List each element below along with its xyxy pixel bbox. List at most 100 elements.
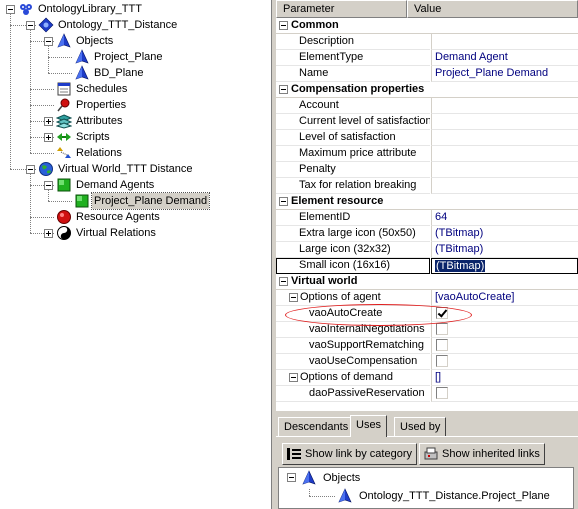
property-value-cell[interactable] [431,98,578,114]
property-row[interactable]: Name Project_Plane Demand [276,66,578,82]
property-row[interactable]: Current level of satisfaction [276,114,578,130]
property-checkbox[interactable] [436,307,448,319]
tab-used-by[interactable]: Used by [394,417,447,437]
property-checkbox[interactable] [436,339,448,351]
property-value-cell[interactable] [431,178,578,194]
show-inherited-links-button[interactable]: Show inherited links [419,443,545,465]
property-category[interactable]: Compensation properties [276,82,578,98]
property-value-cell[interactable]: Project_Plane Demand [431,66,578,82]
property-value-cell[interactable] [431,386,578,402]
property-value-cell[interactable] [431,338,578,354]
tree-node-label: Schedules [76,83,128,95]
property-row[interactable]: Penalty [276,162,578,178]
property-row[interactable]: Small icon (16x16) (TBitmap) [276,258,578,274]
collapse-toggle[interactable] [289,293,298,302]
property-value-cell[interactable] [431,322,578,338]
property-name: Extra large icon (50x50) [299,227,416,239]
property-value-cell[interactable]: (TBitmap) [431,226,578,242]
collapse-toggle[interactable] [287,473,296,482]
property-value: Project_Plane Demand [435,67,549,79]
property-checkbox[interactable] [436,355,448,367]
property-row[interactable]: vaoInternalNegotiations [276,322,578,338]
collapse-toggle[interactable] [279,277,288,286]
property-value-cell[interactable] [431,114,578,130]
uses-tree[interactable]: Objects Ontology_TTT_Distance.Project_Pl… [278,467,574,509]
tree-node-label: Project_Plane Demand [90,192,211,210]
property-category[interactable]: Element resource [276,194,578,210]
ontology-tree[interactable]: OntologyLibrary_TTT Ontology_TTT_Distance… [0,0,272,509]
collapse-toggle[interactable] [26,165,35,174]
property-row[interactable]: Maximum price attribute [276,146,578,162]
ontology-icon [38,17,54,33]
property-row[interactable]: vaoUseCompensation [276,354,578,370]
property-row[interactable]: Large icon (32x32) (TBitmap) [276,242,578,258]
property-value-cell[interactable]: [] [431,370,578,386]
property-value-cell[interactable] [431,34,578,50]
collapse-toggle[interactable] [279,197,288,206]
tab-descendants[interactable]: Descendants [278,417,355,437]
relations-icon [57,147,71,158]
layers-icon [56,114,72,129]
tree-connector [309,496,335,497]
property-row[interactable]: Options of demand [] [276,370,578,386]
property-row[interactable]: Description [276,34,578,50]
property-value: [] [435,371,442,383]
tree-node-label: Virtual World_TTT Distance [58,163,193,175]
property-name-cell: vaoInternalNegotiations [276,322,430,338]
ontology-library-icon [20,4,32,15]
uses-tree-label: Ontology_TTT_Distance.Project_Plane [359,490,550,502]
tree-connector [30,89,54,90]
property-name-cell: ElementID [276,210,430,226]
expand-toggle[interactable] [44,229,53,238]
collapse-toggle[interactable] [6,5,15,14]
property-category[interactable]: Common [276,18,578,34]
collapse-toggle[interactable] [279,85,288,94]
property-name-cell: Description [276,34,430,50]
property-value-cell[interactable]: Demand Agent [431,50,578,66]
property-inspector[interactable]: Parameter Value Common Description Element… [276,0,578,411]
property-value-cell[interactable]: (TBitmap) [431,258,578,274]
show-link-by-category-button[interactable]: Show link by category [282,443,417,465]
header-parameter[interactable]: Parameter [276,0,407,18]
collapse-toggle[interactable] [44,181,53,190]
property-row[interactable]: vaoSupportRematching [276,338,578,354]
property-category[interactable]: Virtual world [276,274,578,290]
property-row[interactable]: vaoAutoCreate [276,306,578,322]
collapse-toggle[interactable] [289,373,298,382]
collapse-toggle[interactable] [44,37,53,46]
show-inherited-links-label: Show inherited links [442,448,540,460]
property-value-cell[interactable]: (TBitmap) [431,242,578,258]
property-row[interactable]: daoPassiveReservation [276,386,578,402]
property-row[interactable]: ElementID 64 [276,210,578,226]
header-value[interactable]: Value [407,0,578,18]
property-value-cell[interactable] [431,130,578,146]
property-value: [vaoAutoCreate] [435,291,515,303]
expand-toggle[interactable] [44,133,53,142]
collapse-toggle[interactable] [279,21,288,30]
blue-pyramid-icon [75,65,89,80]
property-row[interactable]: Options of agent [vaoAutoCreate] [276,290,578,306]
property-row[interactable]: ElementType Demand Agent [276,50,578,66]
property-value-cell[interactable] [431,162,578,178]
property-value-cell[interactable] [431,306,578,322]
property-row[interactable]: Account [276,98,578,114]
tree-connector [48,201,72,202]
tree-node-label: Virtual Relations [76,227,156,239]
property-name: ElementType [299,51,364,63]
property-checkbox[interactable] [436,323,448,335]
property-row[interactable]: Level of satisfaction [276,130,578,146]
property-value-cell[interactable]: [vaoAutoCreate] [431,290,578,306]
property-value-cell[interactable] [431,354,578,370]
property-row[interactable]: Tax for relation breaking [276,178,578,194]
property-value-cell[interactable] [431,146,578,162]
property-value-cell[interactable]: 64 [431,210,578,226]
collapse-toggle[interactable] [26,21,35,30]
tab-divider [276,436,578,437]
property-name: Large icon (32x32) [299,243,391,255]
tab-uses[interactable]: Uses [350,415,388,437]
property-checkbox[interactable] [436,387,448,399]
property-row[interactable]: Extra large icon (50x50) (TBitmap) [276,226,578,242]
uses-tree-label: Objects [323,472,361,484]
expand-toggle[interactable] [44,117,53,126]
tree-node-label: Attributes [76,115,123,127]
